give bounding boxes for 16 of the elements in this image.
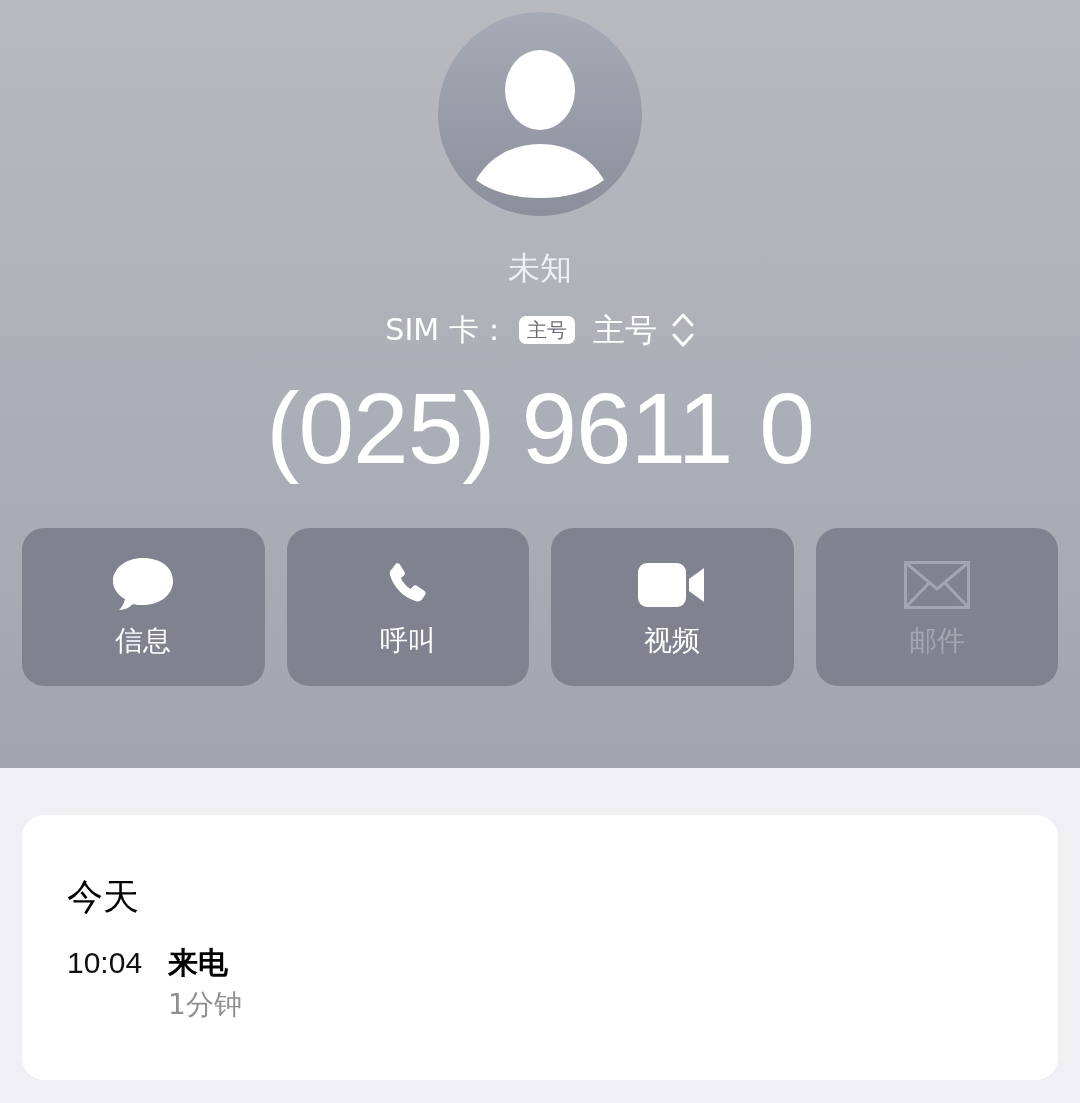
call-type: 来电 [168,944,230,982]
call-time: 10:04 [67,945,143,981]
envelope-icon [903,561,970,609]
action-button[interactable]: 视频 [551,528,794,686]
video-camera-icon [638,562,707,608]
sim-selector[interactable]: 主号 [592,310,695,350]
sim-label: SIM 卡： [385,311,509,349]
call-duration: 1分钟 [168,987,242,1023]
day-heading: 今天 [67,875,140,919]
phone-number: (025) 9611 0 [266,371,814,486]
avatar-icon [438,12,642,216]
action-button[interactable]: 信息 [22,528,265,686]
chevron-up-down-icon [670,311,695,349]
action-button[interactable]: 呼叫 [286,528,529,686]
sim-badge: 主号 [518,316,575,344]
contact-name: 未知 [508,248,572,289]
